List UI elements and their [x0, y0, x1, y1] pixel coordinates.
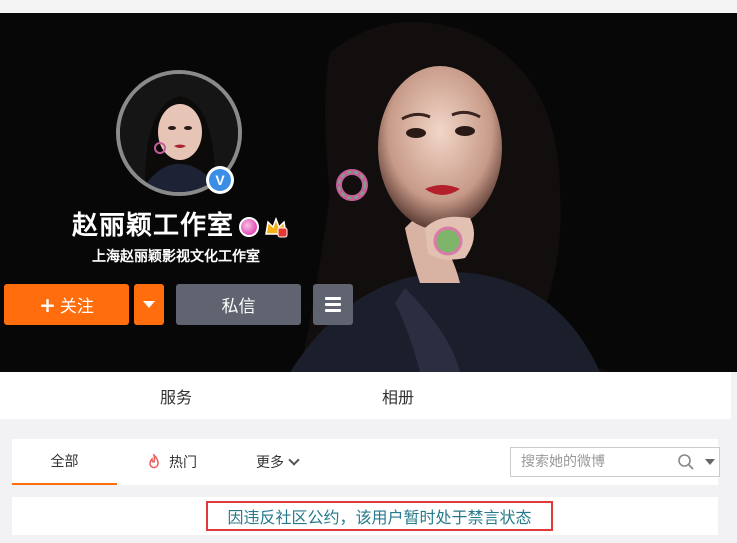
- follow-button[interactable]: + 关注: [4, 284, 129, 325]
- follow-dropdown-button[interactable]: [134, 284, 164, 325]
- search-input[interactable]: [511, 449, 671, 475]
- verified-v-icon: V: [209, 169, 231, 191]
- tab-hot[interactable]: 热门: [147, 439, 197, 485]
- search-dropdown-icon[interactable]: [705, 459, 715, 465]
- tab-hot-label: 热门: [169, 455, 197, 471]
- tab-more-label: 更多: [256, 455, 284, 471]
- hamburger-menu-icon: [325, 297, 341, 300]
- chevron-down-icon: [288, 454, 300, 466]
- subnav-item-album[interactable]: 相册: [382, 384, 414, 408]
- subnav-item-service[interactable]: 服务: [160, 384, 192, 408]
- tab-all-label: 全部: [50, 454, 79, 470]
- flame-icon: [149, 454, 159, 469]
- tab-all[interactable]: 全部: [12, 439, 117, 485]
- profile-name: 赵丽颖工作室: [72, 211, 235, 241]
- message-label: 私信: [221, 297, 256, 317]
- message-button[interactable]: 私信: [176, 284, 301, 325]
- top-strip: [0, 0, 737, 13]
- follow-label: 关注: [59, 297, 94, 317]
- pink-member-badge-icon[interactable]: [239, 217, 259, 237]
- tab-more[interactable]: 更多: [256, 439, 300, 485]
- caret-down-icon: [143, 301, 155, 308]
- vip-crown-badge-icon[interactable]: [264, 216, 288, 238]
- feed-tabbar: 全部 热门 更多: [12, 439, 720, 485]
- plus-icon: +: [39, 292, 56, 317]
- profile-subtitle: 上海赵丽颖影视文化工作室: [92, 249, 260, 265]
- search-box: [510, 447, 720, 477]
- verified-badge: V: [206, 166, 234, 194]
- notice-panel: 因违反社区公约，该用户暂时处于禁言状态: [12, 497, 718, 535]
- profile-subnav: 服务 相册: [0, 372, 731, 419]
- ban-notice: 因违反社区公约，该用户暂时处于禁言状态: [206, 501, 553, 531]
- search-icon[interactable]: [677, 453, 695, 471]
- more-menu-button[interactable]: [313, 284, 353, 325]
